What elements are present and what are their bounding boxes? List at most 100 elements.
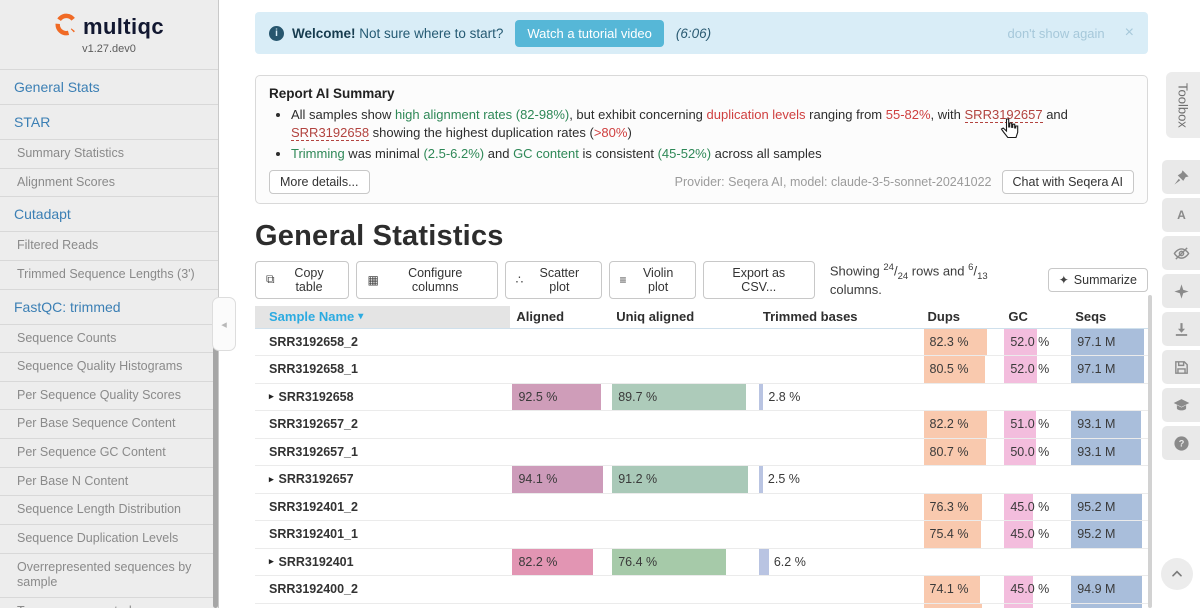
trimmed-cell xyxy=(757,576,922,603)
sidebar-collapse-handle[interactable]: ◂ xyxy=(212,297,236,351)
sidebar-item[interactable]: Cutadapt xyxy=(0,197,218,232)
sidebar-item[interactable]: Trimmed Sequence Lengths (3') xyxy=(0,261,218,290)
sample-name: SRR3192401_2 xyxy=(269,500,358,514)
ai-sparkle-icon[interactable] xyxy=(1162,274,1200,308)
uniq-cell xyxy=(610,576,757,603)
sample-name-cell[interactable]: SRR3192400_1 xyxy=(255,604,510,608)
column-header-sample-name[interactable]: Sample Name ▾ xyxy=(255,306,510,328)
main-content: i Welcome! Not sure where to start? Watc… xyxy=(219,0,1200,608)
violin-plot-button[interactable]: ≡ Violin plot xyxy=(609,261,696,299)
save-icon[interactable] xyxy=(1162,350,1200,384)
seqs-cell: 94.9 M xyxy=(1069,576,1148,603)
help-icon[interactable]: ? xyxy=(1162,426,1200,460)
sidebar-item[interactable]: Alignment Scores xyxy=(0,169,218,198)
close-icon[interactable]: × xyxy=(1125,24,1134,42)
sidebar-item[interactable]: Per Sequence Quality Scores xyxy=(0,382,218,411)
sample-name-cell[interactable]: SRR3192658_2 xyxy=(255,329,510,356)
sidebar-scrollbar[interactable] xyxy=(213,320,218,608)
sample-name-cell[interactable]: SRR3192657_1 xyxy=(255,439,510,466)
sample-name-cell[interactable]: SRR3192658_1 xyxy=(255,356,510,383)
sidebar-item[interactable]: FastQC: trimmed xyxy=(0,290,218,325)
copy-table-button[interactable]: ⧉ Copy table xyxy=(255,261,349,299)
seqs-cell xyxy=(1069,466,1148,493)
sample-name-cell[interactable]: SRR3192657_2 xyxy=(255,411,510,438)
value-label: 51.0 % xyxy=(1010,411,1049,439)
sample-name-cell[interactable]: SRR3192401_2 xyxy=(255,494,510,521)
trimmed-cell xyxy=(757,494,922,521)
sidebar-item[interactable]: Overrepresented sequences by sample xyxy=(0,554,218,598)
sidebar-item[interactable]: Filtered Reads xyxy=(0,232,218,261)
sidebar-item[interactable]: Sequence Counts xyxy=(0,325,218,354)
sparkle-icon: ✦ xyxy=(1059,273,1069,287)
sidebar-item[interactable]: Summary Statistics xyxy=(0,140,218,169)
sidebar-item[interactable]: Per Base N Content xyxy=(0,468,218,497)
dups-cell: 76.3 % xyxy=(922,494,1003,521)
sample-name-cell[interactable]: ▸SRR3192657 xyxy=(255,466,510,493)
sidebar-item[interactable]: Top overrepresented sequences xyxy=(0,598,218,608)
value-label: 74.1 % xyxy=(930,576,969,604)
sidebar-item[interactable]: General Stats xyxy=(0,70,218,105)
toolbox-tab[interactable]: Toolbox xyxy=(1166,72,1200,138)
aligned-cell xyxy=(510,356,610,383)
collapse-left-icon: ◂ xyxy=(221,318,227,331)
dont-show-again-link[interactable]: don't show again xyxy=(1007,26,1104,41)
sample-link[interactable]: SRR3192657 xyxy=(965,107,1043,123)
scroll-to-top-button[interactable] xyxy=(1161,558,1193,590)
uniq-cell xyxy=(610,604,757,608)
ai-summary-bullets: All samples show high alignment rates (8… xyxy=(291,106,1134,164)
expand-caret-icon[interactable]: ▸ xyxy=(269,474,274,485)
value-bar xyxy=(759,466,763,493)
configure-columns-button[interactable]: ▦ Configure columns xyxy=(356,261,497,299)
column-header-aligned[interactable]: Aligned xyxy=(510,306,610,328)
chat-seqera-button[interactable]: Chat with Seqera AI xyxy=(1002,170,1134,194)
scatter-plot-button[interactable]: ∴ Scatter plot xyxy=(505,261,602,299)
table-row: SRR3192658_282.3 %52.0 %97.1 M xyxy=(255,329,1148,357)
value-label: 45.0 % xyxy=(1010,604,1049,608)
column-header-uniq-aligned[interactable]: Uniq aligned xyxy=(610,306,757,328)
sidebar-item[interactable]: STAR xyxy=(0,105,218,140)
trimmed-cell xyxy=(757,356,922,383)
column-header-trimmed-bases[interactable]: Trimmed bases xyxy=(757,306,922,328)
main-scrollbar[interactable] xyxy=(1148,295,1152,608)
sidebar-item[interactable]: Sequence Quality Histograms xyxy=(0,353,218,382)
pin-icon[interactable] xyxy=(1162,160,1200,194)
dups-cell: 82.3 % xyxy=(922,329,1003,356)
sidebar-nav: General StatsSTARSummary StatisticsAlign… xyxy=(0,69,218,608)
value-label: 2.8 % xyxy=(768,384,800,412)
expand-caret-icon[interactable]: ▸ xyxy=(269,391,274,402)
value-bar xyxy=(759,384,763,411)
value-label: 45.0 % xyxy=(1010,494,1049,522)
sidebar-item[interactable]: Per Sequence GC Content xyxy=(0,439,218,468)
expand-caret-icon[interactable]: ▸ xyxy=(269,556,274,567)
logo-block[interactable]: multiqc v1.27.dev0 xyxy=(0,0,218,64)
sample-name-cell[interactable]: ▸SRR3192658 xyxy=(255,384,510,411)
sidebar-item[interactable]: Sequence Duplication Levels xyxy=(0,525,218,554)
ai-text-span: (45-52%) xyxy=(658,146,711,161)
eye-slash-icon[interactable] xyxy=(1162,236,1200,270)
sidebar-item[interactable]: Sequence Length Distribution xyxy=(0,496,218,525)
dups-cell: 82.2 % xyxy=(922,411,1003,438)
text-highlight-icon[interactable]: A xyxy=(1162,198,1200,232)
dups-cell: 76.0 % xyxy=(922,604,1003,608)
export-csv-button[interactable]: Export as CSV... xyxy=(703,261,815,299)
value-label: 82.2 % xyxy=(518,549,557,577)
sidebar-item[interactable]: Per Base Sequence Content xyxy=(0,410,218,439)
info-icon: i xyxy=(269,26,284,41)
sample-link[interactable]: SRR3192658 xyxy=(291,125,369,141)
sample-name-cell[interactable]: SRR3192400_2 xyxy=(255,576,510,603)
column-header-seqs[interactable]: Seqs xyxy=(1069,306,1148,328)
sample-name-cell[interactable]: ▸SRR3192401 xyxy=(255,549,510,576)
value-bar xyxy=(759,549,769,576)
table-row: ▸SRR319240182.2 %76.4 %6.2 % xyxy=(255,549,1148,577)
download-icon[interactable] xyxy=(1162,312,1200,346)
ai-text-span: ranging from xyxy=(806,107,886,122)
graduation-cap-icon[interactable] xyxy=(1162,388,1200,422)
sample-name-cell[interactable]: SRR3192401_1 xyxy=(255,521,510,548)
welcome-banner: i Welcome! Not sure where to start? Watc… xyxy=(255,12,1148,54)
column-header-dups[interactable]: Dups xyxy=(922,306,1003,328)
summarize-button[interactable]: ✦ Summarize xyxy=(1048,268,1148,292)
aligned-cell: 82.2 % xyxy=(510,549,610,576)
watch-tutorial-button[interactable]: Watch a tutorial video xyxy=(515,20,664,47)
column-header-gc[interactable]: GC xyxy=(1002,306,1069,328)
more-details-button[interactable]: More details... xyxy=(269,170,370,194)
